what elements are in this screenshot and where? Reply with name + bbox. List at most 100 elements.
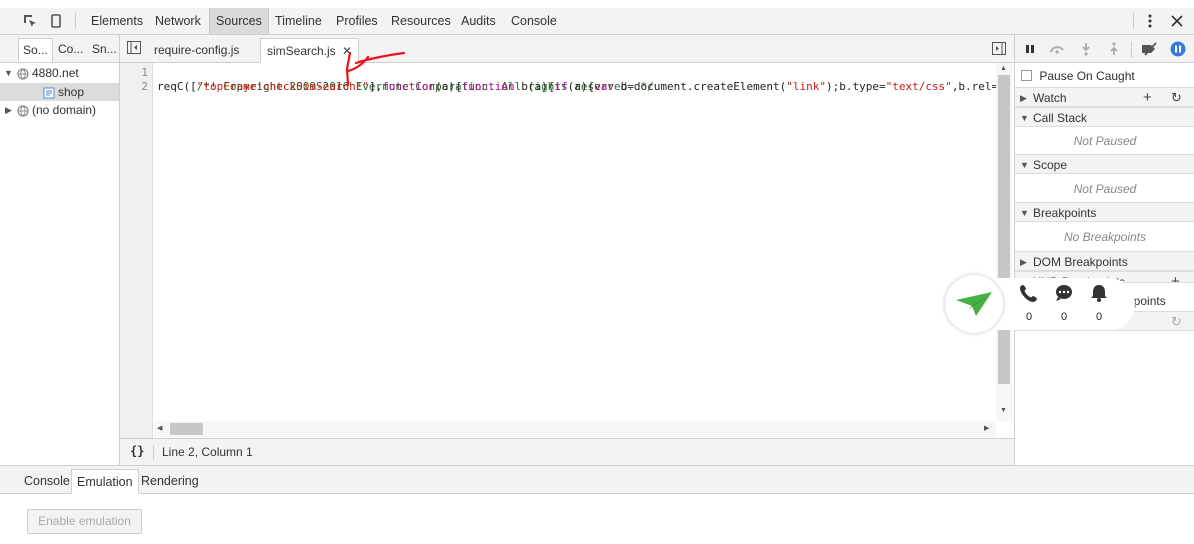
tab-timeline[interactable]: Timeline — [269, 8, 328, 34]
line-number: 2 — [141, 80, 148, 93]
code-content[interactable]: /*! Copyright 2009-2016 Evernote Corpora… — [156, 63, 996, 433]
scroll-down-arrow-icon[interactable]: ▼ — [1000, 407, 1007, 414]
section-label: DOM Breakpoints — [1033, 255, 1128, 269]
code-token: b=document.createElement( — [614, 80, 787, 93]
tab-navigator-snippets[interactable]: Sn... — [88, 38, 121, 62]
phone-icon[interactable] — [1019, 283, 1039, 303]
editor-status-bar: {} Line 2, Column 1 — [120, 438, 1014, 465]
pause-icon[interactable] — [1020, 39, 1040, 59]
tab-elements[interactable]: Elements — [85, 8, 149, 34]
drawer-tabs: Console Emulation Rendering — [0, 466, 1194, 494]
toggle-debugger-icon[interactable] — [992, 42, 1006, 58]
code-string: "text/css" — [885, 80, 952, 93]
tab-audits[interactable]: Audits — [455, 8, 502, 34]
add-watch-icon[interactable]: + — [1143, 88, 1152, 108]
debugger-toolbar — [1015, 35, 1194, 63]
floating-contact-widget: 0 0 0 — [945, 275, 1145, 333]
code-line-2: reqC(["topFrame!checkSimSearch!"],functi… — [157, 80, 996, 94]
chat-icon[interactable] — [1054, 283, 1074, 303]
line-number: 1 — [141, 66, 148, 79]
inspect-element-icon[interactable] — [20, 11, 40, 31]
section-watch[interactable]: ▶ Watch + ↻ — [1015, 87, 1194, 107]
debugger-sidebar: Pause On Caught Exceptions ▶ Watch + ↻ ▼… — [1014, 35, 1194, 465]
vertical-scroll-thumb[interactable] — [998, 75, 1010, 384]
sources-navigator: So... Co... Sn... ▼ 4880.net shop ▶ (no … — [0, 35, 120, 465]
section-dom-breakpoints[interactable]: ▶ DOM Breakpoints — [1015, 251, 1194, 271]
pause-on-caught-checkbox[interactable] — [1021, 70, 1032, 82]
pause-on-exceptions-icon[interactable] — [1168, 39, 1188, 59]
tab-sources[interactable]: Sources — [209, 8, 269, 34]
add-xhr-breakpoint-icon[interactable]: + — [1171, 272, 1180, 282]
more-options-icon[interactable] — [1140, 11, 1160, 31]
collapsed-triangle-icon: ▶ — [1020, 257, 1027, 267]
code-token: ,b.rel= — [951, 80, 996, 93]
code-token: );b.type= — [825, 80, 886, 93]
widget-launcher[interactable] — [945, 275, 1003, 333]
call-stack-status: Not Paused — [1073, 134, 1137, 148]
expanded-triangle-icon: ▼ — [1020, 113, 1029, 123]
deactivate-breakpoints-icon[interactable] — [1140, 39, 1160, 59]
horizontal-scrollbar[interactable]: ◀ ▶ — [154, 421, 996, 437]
tree-item-label: shop — [58, 85, 85, 99]
section-call-stack[interactable]: ▼ Call Stack — [1015, 107, 1194, 127]
tab-resources[interactable]: Resources — [385, 8, 457, 34]
collapsed-triangle-icon: ▶ — [5, 105, 12, 115]
step-into-icon[interactable] — [1076, 39, 1096, 59]
toggle-navigator-icon[interactable] — [127, 41, 141, 57]
step-over-icon[interactable] — [1047, 39, 1067, 59]
horizontal-scroll-thumb[interactable] — [170, 423, 203, 435]
refresh-icon[interactable]: ↻ — [1171, 312, 1182, 332]
tab-network[interactable]: Network — [149, 8, 207, 34]
toolbar-divider-right — [1133, 13, 1134, 29]
scroll-up-arrow-icon[interactable]: ▲ — [1000, 65, 1007, 72]
status-separator — [153, 445, 154, 460]
cursor-position: Line 2, Column 1 — [162, 445, 253, 459]
bell-icon[interactable] — [1089, 283, 1109, 303]
source-editor: require-config.js simSearch.js ✕ 1 2 /*!… — [120, 35, 1014, 465]
section-label: Scope — [1033, 158, 1068, 172]
section-label: Watch — [1033, 91, 1067, 105]
tab-label: simSearch.js — [267, 44, 336, 58]
bottom-drawer: Console Emulation Rendering Enable emula… — [0, 465, 1194, 544]
section-breakpoints[interactable]: ▼ Breakpoints — [1015, 202, 1194, 222]
refresh-icon[interactable]: ↻ — [1171, 88, 1182, 108]
code-token: (a){ — [567, 80, 595, 93]
tree-item-shop[interactable]: shop — [0, 83, 119, 101]
code-keyword: function — [461, 80, 515, 93]
code-keyword: var — [594, 80, 615, 93]
enable-emulation-button[interactable]: Enable emulation — [27, 509, 142, 534]
navigator-tabs: So... Co... Sn... — [0, 35, 119, 63]
tab-navigator-content-scripts[interactable]: Co... — [54, 38, 87, 62]
tab-console[interactable]: Console — [505, 8, 563, 34]
scroll-left-arrow-icon[interactable]: ◀ — [157, 424, 162, 432]
toolbar-divider — [1131, 42, 1132, 58]
paper-plane-icon — [956, 292, 992, 316]
device-mode-icon[interactable] — [46, 11, 66, 31]
code-token: b(a){ — [514, 80, 555, 93]
scope-status: Not Paused — [1073, 182, 1137, 196]
scroll-right-arrow-icon[interactable]: ▶ — [984, 424, 989, 432]
red-annotation-mark — [345, 51, 406, 87]
code-keyword: if — [554, 80, 568, 93]
pretty-print-button[interactable]: {} — [130, 444, 144, 458]
vertical-scrollbar[interactable]: ▲ ▼ — [996, 63, 1012, 421]
toolbar-divider — [75, 13, 76, 29]
pause-on-caught-row[interactable]: Pause On Caught Exceptions — [1021, 66, 1194, 102]
tree-item-label: (no domain) — [32, 103, 97, 117]
expanded-triangle-icon: ▼ — [1020, 160, 1029, 170]
line-number-gutter: 1 2 — [120, 63, 153, 438]
drawer-tab-emulation[interactable]: Emulation — [71, 469, 139, 494]
close-icon[interactable] — [1167, 11, 1187, 31]
drawer-tab-console[interactable]: Console — [19, 469, 75, 494]
tree-item-domain[interactable]: ▼ 4880.net — [0, 64, 119, 82]
tab-profiles[interactable]: Profiles — [330, 8, 384, 34]
step-out-icon[interactable] — [1104, 39, 1124, 59]
tree-item-no-domain[interactable]: ▶ (no domain) — [0, 101, 119, 119]
editor-tabs: require-config.js simSearch.js ✕ — [120, 35, 1014, 63]
tab-navigator-sources[interactable]: So... — [18, 38, 53, 62]
tab-require-config[interactable]: require-config.js — [148, 38, 245, 63]
drawer-tab-rendering[interactable]: Rendering — [136, 469, 204, 494]
section-scope[interactable]: ▼ Scope — [1015, 154, 1194, 174]
collapsed-triangle-icon: ▶ — [1020, 93, 1027, 103]
tree-item-label: 4880.net — [32, 66, 79, 80]
